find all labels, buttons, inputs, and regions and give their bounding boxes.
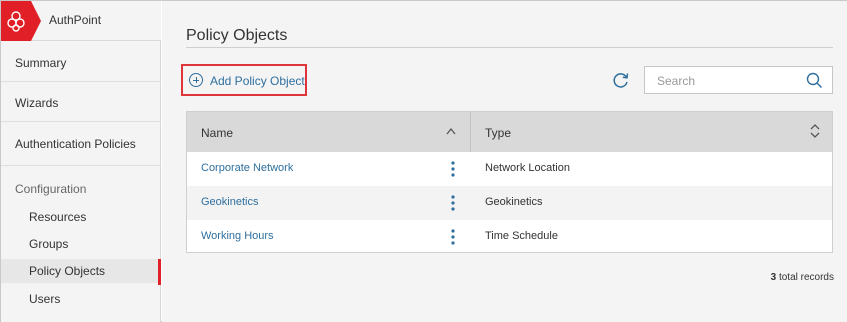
sidebar-item-resources[interactable]: Resources [1, 205, 161, 229]
table-row: Corporate Network Network Location [187, 152, 832, 186]
row-name-link[interactable]: Geokinetics [201, 196, 258, 208]
table-row: Geokinetics Geokinetics [187, 186, 832, 220]
sidebar-item-label: Summary [15, 56, 67, 70]
sidebar-item-label: Groups [29, 237, 69, 251]
sidebar-item-authentication-policies[interactable]: Authentication Policies [1, 122, 161, 166]
sidebar: AuthPoint Summary Wizards Authentication… [1, 1, 161, 322]
sidebar-item-groups[interactable]: Groups [1, 232, 161, 256]
column-header-type[interactable]: Type [471, 112, 832, 152]
row-type: Time Schedule [485, 230, 558, 242]
sidebar-item-policy-objects[interactable]: Policy Objects [1, 259, 161, 285]
more-vertical-icon[interactable] [451, 229, 455, 245]
sidebar-item-wizards[interactable]: Wizards [1, 82, 161, 122]
add-policy-object-button[interactable]: Add Policy Object [181, 64, 307, 96]
sidebar-item-label: Users [29, 292, 61, 306]
refresh-icon[interactable] [612, 71, 630, 89]
sidebar-item-label: Policy Objects [29, 264, 106, 278]
authpoint-logo-icon [1, 1, 41, 41]
search-icon[interactable] [806, 72, 823, 89]
table-header: Name Type [187, 112, 832, 152]
records-count: 3 total records [771, 272, 834, 283]
main-content: Policy Objects Add Policy Object Name [162, 1, 847, 322]
search-box [644, 66, 833, 94]
brand-header: AuthPoint [1, 1, 161, 41]
table-row: Working Hours Time Schedule [187, 220, 832, 254]
page-title: Policy Objects [186, 27, 288, 44]
search-input[interactable] [657, 73, 797, 89]
sidebar-item-summary[interactable]: Summary [1, 42, 161, 82]
active-indicator [158, 259, 161, 285]
records-number: 3 [770, 272, 777, 283]
sort-asc-icon[interactable] [446, 127, 456, 135]
sidebar-item-label: Wizards [15, 96, 59, 110]
more-vertical-icon[interactable] [451, 161, 455, 177]
more-vertical-icon[interactable] [451, 195, 455, 211]
column-header-label: Type [485, 126, 512, 140]
column-header-label: Name [201, 126, 234, 140]
policy-objects-table: Name Type Corporate Network Network Loca… [186, 111, 833, 253]
row-type: Geokinetics [485, 196, 543, 208]
column-header-name[interactable]: Name [187, 112, 471, 152]
sort-icon[interactable] [810, 124, 820, 138]
sidebar-item-label: Authentication Policies [15, 137, 136, 151]
sidebar-item-users[interactable]: Users [1, 287, 161, 311]
app-title: AuthPoint [49, 13, 102, 27]
app-window: AuthPoint Summary Wizards Authentication… [0, 0, 847, 322]
records-label: total records [778, 272, 834, 283]
row-type: Network Location [485, 162, 570, 174]
plus-circle-icon [189, 73, 203, 87]
row-name-link[interactable]: Corporate Network [201, 162, 293, 174]
sidebar-section-configuration[interactable]: Configuration [15, 182, 86, 196]
sidebar-item-label: Resources [29, 210, 87, 224]
row-name-link[interactable]: Working Hours [201, 230, 274, 242]
add-button-label: Add Policy Object [210, 74, 305, 88]
title-divider [186, 47, 833, 48]
